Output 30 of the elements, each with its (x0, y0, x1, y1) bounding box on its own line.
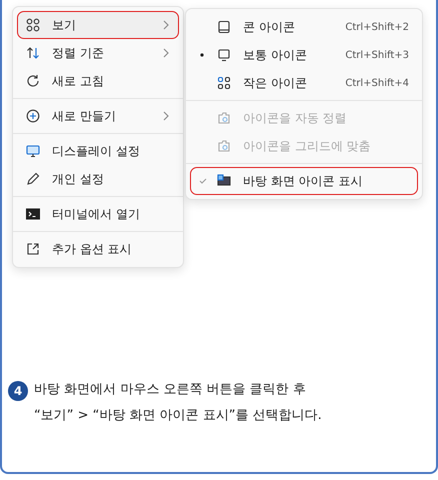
grid-icon (217, 76, 231, 90)
shortcut-text: Ctrl+Shift+3 (345, 50, 409, 60)
step-number: 4 (8, 381, 28, 401)
menu-item[interactable]: 새로 만들기 (17, 102, 179, 130)
pencil-icon (26, 172, 40, 186)
menu-item[interactable]: 바탕 화면 아이콘 표시 (190, 167, 418, 195)
square-icon (217, 20, 231, 34)
menu-item[interactable]: 새로 고침 (17, 67, 179, 95)
menu-item[interactable]: 개인 설정 (17, 165, 179, 193)
desktop-icon (217, 174, 231, 188)
menu-item[interactable]: 디스플레이 설정 (17, 137, 179, 165)
menu-item[interactable]: 작은 아이콘 Ctrl+Shift+4 (190, 69, 418, 97)
menu-item[interactable]: 정렬 기준 (17, 39, 179, 67)
add-circle-icon (26, 109, 40, 123)
menu-item[interactable]: 콘 아이콘 Ctrl+Shift+2 (190, 13, 418, 41)
instruction-text: “보기” > “바탕 화면 아이콘 표시”를 선택합니다. (34, 407, 322, 425)
monitor-icon (26, 144, 40, 158)
sort-arrows-icon (26, 46, 40, 60)
monitor-icon (217, 48, 231, 62)
menu-item[interactable]: 추가 옵션 표시 (17, 235, 179, 263)
shortcut-text: Ctrl+Shift+2 (345, 22, 409, 32)
external-icon (26, 242, 40, 256)
refresh-icon (26, 74, 40, 88)
menu-item[interactable]: 보통 아이콘 Ctrl+Shift+3 (190, 41, 418, 69)
shortcut-text: Ctrl+Shift+4 (345, 78, 409, 88)
instruction-text: 바탕 화면에서 마우스 오른쪽 버튼을 클릭한 후 (34, 381, 307, 399)
terminal-icon (26, 207, 40, 221)
grid-icon (26, 18, 40, 32)
menu-item[interactable]: 보기 (17, 11, 179, 39)
menu-item[interactable]: 터미널에서 열기 (17, 200, 179, 228)
